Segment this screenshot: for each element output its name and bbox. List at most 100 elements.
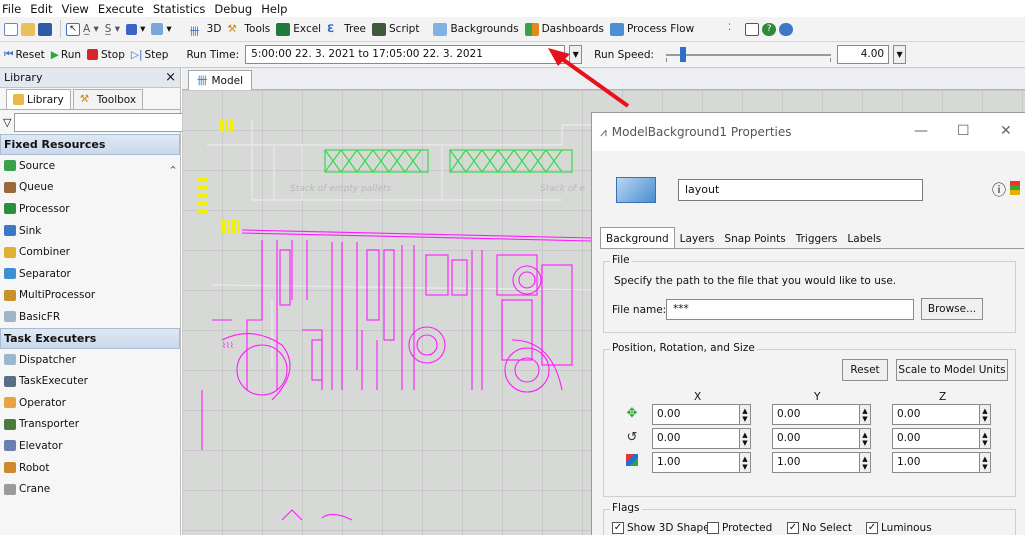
object-name-input[interactable]: layout xyxy=(678,179,923,201)
scroll-up-icon[interactable]: ^ xyxy=(168,165,178,179)
slider-thumb[interactable] xyxy=(680,47,687,62)
tab-background[interactable]: Background xyxy=(600,227,675,249)
position-x-field[interactable]: 0.00 ▲ ▼ xyxy=(652,404,751,425)
minimize-icon[interactable]: — xyxy=(914,123,928,139)
library-item-combiner[interactable]: Combiner xyxy=(0,241,180,263)
create-objects-icon[interactable]: ▾ xyxy=(126,23,145,35)
library-item-taskexecuter[interactable]: TaskExecuter xyxy=(0,370,180,392)
open-folder-icon[interactable] xyxy=(21,22,35,36)
library-group-header[interactable]: Fixed Resources xyxy=(0,134,180,155)
spinner-arrows[interactable]: ▲ ▼ xyxy=(980,404,991,425)
help-icon[interactable]: ? xyxy=(762,22,777,36)
protected-checkbox[interactable]: Protected xyxy=(707,522,772,534)
view-3d-button[interactable]: 卌 3D xyxy=(190,23,222,38)
menu-edit[interactable]: Edit xyxy=(30,2,52,16)
step-button[interactable]: ▷| Step xyxy=(131,49,169,61)
library-item-sink[interactable]: Sink xyxy=(0,220,180,242)
excel-button[interactable]: Excel xyxy=(276,22,321,36)
library-item-separator[interactable]: Separator xyxy=(0,263,180,285)
run-speed-value[interactable]: 4.00 xyxy=(837,45,890,64)
close-icon[interactable]: × xyxy=(165,70,176,85)
position-y-field[interactable]: 0.00 ▲ ▼ xyxy=(772,404,871,425)
tree-button[interactable]: ℇ Tree xyxy=(327,23,366,36)
library-item-basicfr[interactable]: BasicFR xyxy=(0,306,180,328)
rotation-z-value[interactable]: 0.00 xyxy=(892,428,980,449)
reset-button[interactable]: ⏮ Reset xyxy=(4,48,45,61)
tab-model[interactable]: 卌 Model xyxy=(188,70,253,90)
library-group-header[interactable]: Task Executers xyxy=(0,327,180,349)
dashboards-button[interactable]: Dashboards xyxy=(524,22,604,36)
rotation-y-field[interactable]: 0.00 ▲ ▼ xyxy=(772,428,871,449)
checkbox-box[interactable]: ✓ xyxy=(866,522,878,534)
spinner-arrows[interactable]: ▲ ▼ xyxy=(740,452,751,473)
checkbox-box[interactable] xyxy=(707,522,719,534)
spinner-arrows[interactable]: ▲ ▼ xyxy=(860,452,871,473)
position-y-value[interactable]: 0.00 xyxy=(772,404,860,425)
spinner-arrows[interactable]: ▲ ▼ xyxy=(740,428,751,449)
spinner-arrows[interactable]: ▲ ▼ xyxy=(980,428,991,449)
rotation-y-value[interactable]: 0.00 xyxy=(772,428,860,449)
library-item-source[interactable]: Source xyxy=(0,155,180,177)
run-button[interactable]: ▶ Run xyxy=(51,49,81,61)
edit-objects-icon[interactable]: ▾ xyxy=(151,23,172,35)
library-item-robot[interactable]: Robot xyxy=(0,457,180,479)
rotation-x-value[interactable]: 0.00 xyxy=(652,428,740,449)
menu-statistics[interactable]: Statistics xyxy=(153,2,206,16)
reset-button[interactable]: Reset xyxy=(842,359,888,381)
checkbox-box[interactable]: ✓ xyxy=(612,522,624,534)
backgrounds-button[interactable]: Backgrounds xyxy=(433,22,519,36)
no-select-checkbox[interactable]: ✓ No Select xyxy=(787,522,852,534)
process-flow-button[interactable]: Process Flow xyxy=(610,22,694,36)
tab-snap-points[interactable]: Snap Points xyxy=(719,229,790,249)
library-item-crane[interactable]: Crane xyxy=(0,478,180,500)
spinner-arrows[interactable]: ▲ ▼ xyxy=(860,428,871,449)
library-item-multiprocessor[interactable]: MultiProcessor xyxy=(0,285,180,307)
library-item-processor[interactable]: Processor xyxy=(0,198,180,220)
browse-button[interactable]: Browse... xyxy=(921,298,983,320)
window-icon[interactable] xyxy=(745,22,760,36)
spinner-arrows[interactable]: ▲ ▼ xyxy=(860,404,871,425)
menu-debug[interactable]: Debug xyxy=(214,2,252,16)
scale-to-model-units-button[interactable]: Scale to Model Units xyxy=(896,359,1008,381)
checkbox-box[interactable]: ✓ xyxy=(787,522,799,534)
size-y-field[interactable]: 1.00 ▲ ▼ xyxy=(772,452,871,473)
maximize-icon[interactable]: ☐ xyxy=(957,123,970,139)
library-item-elevator[interactable]: Elevator xyxy=(0,435,180,457)
size-x-value[interactable]: 1.00 xyxy=(652,452,740,473)
rotation-x-field[interactable]: 0.00 ▲ ▼ xyxy=(652,428,751,449)
tab-triggers[interactable]: Triggers xyxy=(791,229,843,249)
tab-layers[interactable]: Layers xyxy=(675,229,720,249)
menu-file[interactable]: File xyxy=(2,2,21,16)
luminous-checkbox[interactable]: ✓ Luminous xyxy=(866,522,932,534)
select-mode-icon[interactable]: ↖ xyxy=(66,22,80,36)
spinner-arrows[interactable]: ▲ ▼ xyxy=(980,452,991,473)
close-icon[interactable]: ✕ xyxy=(1000,123,1012,139)
library-item-transporter[interactable]: Transporter xyxy=(0,414,180,436)
size-z-field[interactable]: 1.00 ▲ ▼ xyxy=(892,452,991,473)
tab-toolbox[interactable]: ⚒ Toolbox xyxy=(72,89,144,109)
size-x-field[interactable]: 1.00 ▲ ▼ xyxy=(652,452,751,473)
run-time-field[interactable]: 5:00:00 22. 3. 2021 to 17:05:00 22. 3. 2… xyxy=(245,45,566,64)
spinner-arrows[interactable]: ▲ ▼ xyxy=(740,404,751,425)
center-port-icon[interactable]: S̲ ▾ xyxy=(105,23,120,35)
tools-button[interactable]: ⚒ Tools xyxy=(227,23,270,36)
info-icon[interactable]: ⓘ xyxy=(992,180,1006,200)
online-icon[interactable] xyxy=(779,22,794,36)
file-name-input[interactable]: *** xyxy=(666,299,914,320)
size-z-value[interactable]: 1.00 xyxy=(892,452,980,473)
color-picker-icon[interactable] xyxy=(1010,181,1020,195)
run-speed-dropdown[interactable]: ▼ xyxy=(893,45,907,64)
properties-icon[interactable]: ⁚ xyxy=(728,23,742,36)
menu-execute[interactable]: Execute xyxy=(98,2,144,16)
rotation-z-field[interactable]: 0.00 ▲ ▼ xyxy=(892,428,991,449)
library-item-operator[interactable]: Operator xyxy=(0,392,180,414)
save-icon[interactable] xyxy=(38,22,52,36)
library-filter-input[interactable] xyxy=(14,112,194,132)
show-3d-shape-checkbox[interactable]: ✓ Show 3D Shape xyxy=(612,522,710,534)
tab-labels[interactable]: Labels xyxy=(842,229,886,249)
menu-view[interactable]: View xyxy=(62,2,89,16)
script-button[interactable]: Script xyxy=(372,22,419,36)
menu-help[interactable]: Help xyxy=(261,2,287,16)
library-item-dispatcher[interactable]: Dispatcher xyxy=(0,349,180,371)
library-item-queue[interactable]: Queue xyxy=(0,177,180,199)
